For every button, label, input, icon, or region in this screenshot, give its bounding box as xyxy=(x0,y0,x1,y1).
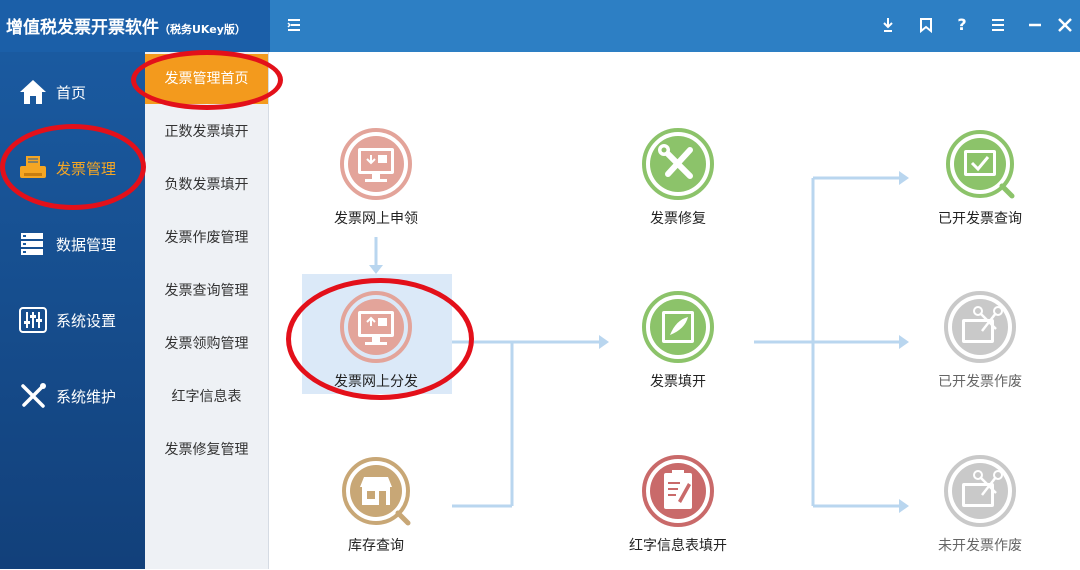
app-title-area: 增值税发票开票软件（税务UKey版） xyxy=(0,0,270,52)
node-label: 已开发票作废 xyxy=(938,374,1022,390)
invoice-scissors-icon xyxy=(944,291,1016,363)
list-icon[interactable] xyxy=(983,10,1013,40)
download-icon[interactable] xyxy=(873,10,903,40)
subnav-item-purchase-management[interactable]: 发票领购管理 xyxy=(145,319,268,369)
subnav-item-query-management[interactable]: 发票查询管理 xyxy=(145,266,268,316)
subnav-item-red-info[interactable]: 红字信息表 xyxy=(145,372,268,422)
annotation-circle-nav xyxy=(0,124,146,210)
home-icon xyxy=(18,78,48,106)
tools-icon xyxy=(18,382,48,410)
flow-node-repair[interactable]: 发票修复 xyxy=(603,128,753,243)
store-search-icon xyxy=(340,455,412,527)
annotation-circle-subnav xyxy=(131,50,283,110)
annotation-circle-node xyxy=(286,278,474,400)
node-label: 发票填开 xyxy=(650,374,706,390)
menu-toggle-icon[interactable] xyxy=(279,10,309,40)
subnav-item-repair-management[interactable]: 发票修复管理 xyxy=(145,425,268,475)
app-subtitle: （税务UKey版） xyxy=(159,23,246,36)
help-icon[interactable]: ? xyxy=(947,10,977,40)
nav-item-home[interactable]: 首页 xyxy=(0,67,145,117)
node-label: 未开发票作废 xyxy=(938,538,1022,554)
app-title-text: 增值税发票开票软件 xyxy=(6,18,159,38)
nav-label: 首页 xyxy=(56,84,87,102)
node-label: 发票网上申领 xyxy=(334,211,418,227)
node-label: 发票修复 xyxy=(650,211,706,227)
nav-label: 数据管理 xyxy=(56,236,117,254)
invoice-scissors-icon xyxy=(944,455,1016,527)
invoice-pen-icon xyxy=(642,291,714,363)
nav-label: 系统设置 xyxy=(56,312,117,330)
invoice-check-search-icon xyxy=(944,128,1016,200)
close-icon[interactable] xyxy=(1050,10,1080,40)
bookmark-icon[interactable] xyxy=(911,10,941,40)
node-label: 已开发票查询 xyxy=(938,211,1022,227)
database-icon xyxy=(18,230,48,258)
sliders-icon xyxy=(18,306,48,334)
flow-node-red-info-fill[interactable]: 红字信息表填开 xyxy=(603,455,753,570)
flow-node-stock-query[interactable]: 库存查询 xyxy=(301,455,451,570)
subnav-item-positive-invoice[interactable]: 正数发票填开 xyxy=(145,107,268,157)
title-bar: 增值税发票开票软件（税务UKey版） ? xyxy=(0,0,1080,52)
nav-item-system-maintenance[interactable]: 系统维护 xyxy=(0,371,145,421)
nav-label: 系统维护 xyxy=(56,388,117,406)
nav-item-data-management[interactable]: 数据管理 xyxy=(0,219,145,269)
clipboard-pen-icon xyxy=(642,455,714,527)
nav-item-system-settings[interactable]: 系统设置 xyxy=(0,295,145,345)
app-title: 增值税发票开票软件（税务UKey版） xyxy=(6,13,246,38)
flow-node-fill[interactable]: 发票填开 xyxy=(603,291,753,406)
node-label: 红字信息表填开 xyxy=(629,538,727,554)
flow-node-apply-online[interactable]: 发票网上申领 xyxy=(301,128,451,243)
flow-node-issued-void[interactable]: 已开发票作废 xyxy=(905,291,1055,406)
sub-nav: 发票管理首页 正数发票填开 负数发票填开 发票作废管理 发票查询管理 发票领购管… xyxy=(145,52,269,569)
node-label: 库存查询 xyxy=(348,538,404,554)
subnav-item-negative-invoice[interactable]: 负数发票填开 xyxy=(145,160,268,210)
flow-node-issued-query[interactable]: 已开发票查询 xyxy=(905,128,1055,243)
minimize-icon[interactable] xyxy=(1020,10,1050,40)
monitor-download-icon xyxy=(340,128,412,200)
flow-node-unissued-void[interactable]: 未开发票作废 xyxy=(905,455,1055,570)
wrench-screwdriver-icon xyxy=(642,128,714,200)
subnav-item-void-management[interactable]: 发票作废管理 xyxy=(145,213,268,263)
